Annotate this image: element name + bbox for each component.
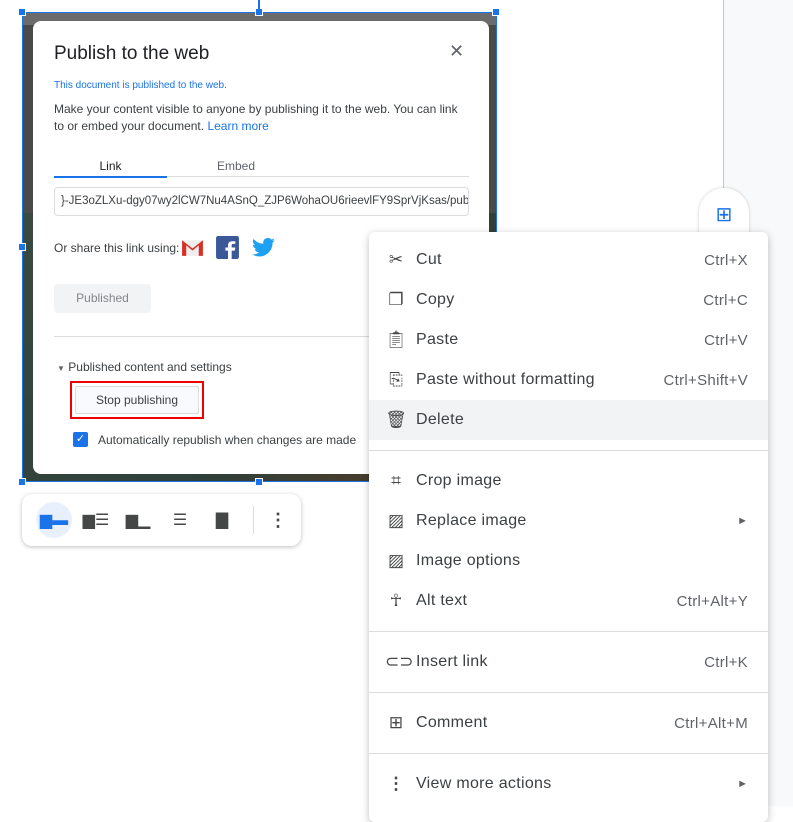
- resize-handle[interactable]: [255, 478, 263, 486]
- menu-item-crop-image[interactable]: ⌗ Crop image: [369, 461, 768, 501]
- menu-label: Paste without formatting: [416, 371, 595, 388]
- accessibility-icon: ☥: [389, 591, 403, 610]
- menu-item-comment[interactable]: ⊞ Comment Ctrl+Alt+M: [369, 703, 768, 743]
- dialog-description: Make your content visible to anyone by p…: [54, 101, 464, 135]
- more-options-icon[interactable]: ⋮: [260, 502, 296, 538]
- menu-label: View more actions: [416, 775, 552, 792]
- menu-label: Paste: [416, 331, 459, 348]
- menu-separator: [369, 692, 768, 693]
- auto-republish-label: Automatically republish when changes are…: [98, 433, 357, 447]
- auto-republish-checkbox: ✓: [73, 432, 88, 447]
- published-button: Published: [54, 284, 151, 313]
- menu-item-copy[interactable]: ❐ Copy Ctrl+C: [369, 280, 768, 320]
- resize-handle[interactable]: [18, 478, 26, 486]
- section-label: Published content and settings: [68, 360, 232, 374]
- resize-handle[interactable]: [18, 8, 26, 16]
- menu-label: Image options: [416, 552, 521, 569]
- resize-handle[interactable]: [492, 8, 500, 16]
- image-layout-toolbar: ▆▬ ▆☰ ▆▁ ☰ ▇ ⋮: [22, 494, 301, 546]
- context-menu: ✂ Cut Ctrl+X ❐ Copy Ctrl+C 📋︎ Paste Ctrl+V ⎘ Pa…: [369, 232, 768, 822]
- scissors-icon: ✂: [388, 250, 404, 269]
- gmail-icon: [182, 240, 203, 256]
- menu-item-cut[interactable]: ✂ Cut Ctrl+X: [369, 240, 768, 280]
- rotate-handle[interactable]: [258, 0, 260, 9]
- menu-item-paste[interactable]: 📋︎ Paste Ctrl+V: [369, 320, 768, 360]
- resize-handle[interactable]: [18, 243, 26, 251]
- tab-embed: Embed: [216, 159, 256, 173]
- menu-item-paste-without-formatting[interactable]: ⎘ Paste without formatting Ctrl+Shift+V: [369, 360, 768, 400]
- publish-url-field: }-JE3oZLXu-dgy07wy2lCW7Nu4ASnQ_ZJP6WohaO…: [54, 187, 469, 216]
- inline-text-button[interactable]: ▆▬: [36, 502, 72, 538]
- menu-label: Comment: [416, 714, 488, 731]
- clipboard-clear-icon: ⎘: [389, 370, 403, 389]
- share-label: Or share this link using:: [54, 241, 180, 255]
- facebook-icon: [216, 236, 239, 259]
- menu-shortcut: Ctrl+K: [704, 653, 748, 671]
- submenu-arrow-icon: ►: [737, 515, 748, 527]
- twitter-icon: [252, 237, 275, 257]
- menu-separator: [369, 631, 768, 632]
- behind-text-button[interactable]: ☰: [162, 502, 198, 538]
- stop-publishing-button: Stop publishing: [75, 386, 199, 414]
- crop-icon: ⌗: [391, 471, 401, 490]
- menu-label: Delete: [416, 411, 465, 428]
- menu-shortcut: Ctrl+C: [703, 291, 748, 309]
- menu-shortcut: Ctrl+Alt+Y: [676, 592, 748, 610]
- menu-separator: [369, 450, 768, 451]
- menu-item-view-more-actions[interactable]: ⋮ View more actions ►: [369, 764, 768, 804]
- publish-status: This document is published to the web.: [54, 80, 227, 91]
- trash-icon: 🗑︎: [385, 410, 407, 429]
- published-settings-toggle: ▼ Published content and settings: [57, 360, 232, 374]
- caret-down-icon: ▼: [57, 364, 65, 373]
- menu-label: Alt text: [416, 592, 468, 609]
- image-icon: ▨: [387, 511, 405, 530]
- more-vert-icon: ⋮: [387, 774, 405, 793]
- menu-item-insert-link[interactable]: ⊂⊃ Insert link Ctrl+K: [369, 642, 768, 682]
- toolbar-divider: [253, 506, 254, 534]
- menu-item-replace-image[interactable]: ▨ Replace image ►: [369, 501, 768, 541]
- submenu-arrow-icon: ►: [737, 778, 748, 790]
- add-comment-icon[interactable]: ⊞: [699, 188, 749, 238]
- menu-label: Cut: [416, 251, 442, 268]
- menu-shortcut: Ctrl+Shift+V: [663, 371, 748, 389]
- link-icon: ⊂⊃: [385, 652, 414, 671]
- clipboard-icon: 📋︎: [385, 330, 407, 349]
- tab-link: Link: [54, 159, 167, 178]
- learn-more-link: Learn more: [207, 119, 269, 133]
- menu-label: Insert link: [416, 653, 488, 670]
- menu-item-alt-text[interactable]: ☥ Alt text Ctrl+Alt+Y: [369, 581, 768, 621]
- stop-publishing-highlight: Stop publishing: [70, 381, 204, 419]
- menu-item-delete[interactable]: 🗑︎ Delete: [369, 400, 768, 440]
- copy-icon: ❐: [388, 290, 404, 309]
- in-front-of-text-button[interactable]: ▇: [204, 502, 240, 538]
- menu-shortcut: Ctrl+Alt+M: [674, 714, 748, 732]
- menu-separator: [369, 753, 768, 754]
- menu-label: Replace image: [416, 512, 527, 529]
- menu-item-image-options[interactable]: ▨ Image options: [369, 541, 768, 581]
- close-icon: ✕: [449, 41, 465, 61]
- menu-shortcut: Ctrl+X: [704, 251, 748, 269]
- image-icon: ▨: [387, 551, 405, 570]
- menu-label: Crop image: [416, 472, 502, 489]
- resize-handle[interactable]: [255, 8, 263, 16]
- wrap-text-button[interactable]: ▆☰: [78, 502, 114, 538]
- menu-shortcut: Ctrl+V: [704, 331, 748, 349]
- dialog-tabs: Link Embed: [54, 157, 469, 178]
- break-text-button[interactable]: ▆▁: [120, 502, 156, 538]
- menu-label: Copy: [416, 291, 455, 308]
- dialog-title: Publish to the web: [54, 43, 210, 64]
- add-comment-icon: ⊞: [388, 713, 404, 732]
